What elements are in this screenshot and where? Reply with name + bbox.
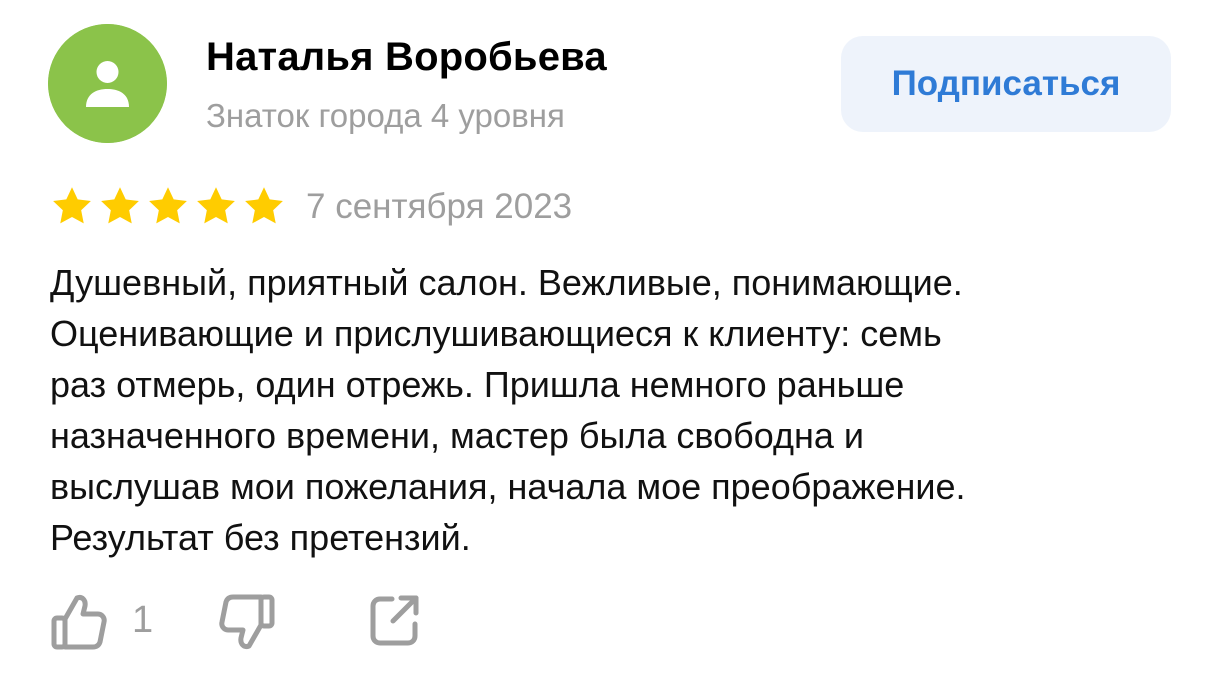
star-icon (146, 184, 190, 228)
rating-stars (50, 184, 286, 228)
review-date: 7 сентября 2023 (306, 187, 573, 226)
star-icon (194, 184, 238, 228)
review-text: Душевный, приятный салон. Вежливые, пони… (50, 257, 1180, 563)
review-text-line: Оценивающие и прислушивающиеся к клиенту… (50, 313, 942, 354)
thumbs-down-icon[interactable] (218, 592, 276, 652)
review-text-line: назначенного времени, мастер была свобод… (50, 415, 865, 456)
like-count: 1 (132, 599, 154, 641)
review-text-line: выслушав мои пожелания, начала мое преоб… (50, 466, 966, 507)
star-icon (50, 184, 94, 228)
thumbs-up-icon[interactable] (50, 592, 108, 652)
avatar[interactable] (48, 24, 167, 143)
review-text-line: Результат без претензий. (50, 517, 471, 558)
star-icon (98, 184, 142, 228)
share-icon[interactable] (368, 592, 422, 648)
review-text-line: Душевный, приятный салон. Вежливые, пони… (50, 262, 963, 303)
author-name[interactable]: Наталья Воробьева (206, 32, 607, 82)
author-level: Знаток города 4 уровня (206, 97, 565, 134)
subscribe-button[interactable]: Подписаться (841, 36, 1171, 132)
star-icon (242, 184, 286, 228)
user-silhouette-icon (48, 24, 167, 143)
review-text-line: раз отмерь, один отрежь. Пришла немного … (50, 364, 905, 405)
review-card: Наталья Воробьева Знаток города 4 уровня… (0, 0, 1220, 683)
